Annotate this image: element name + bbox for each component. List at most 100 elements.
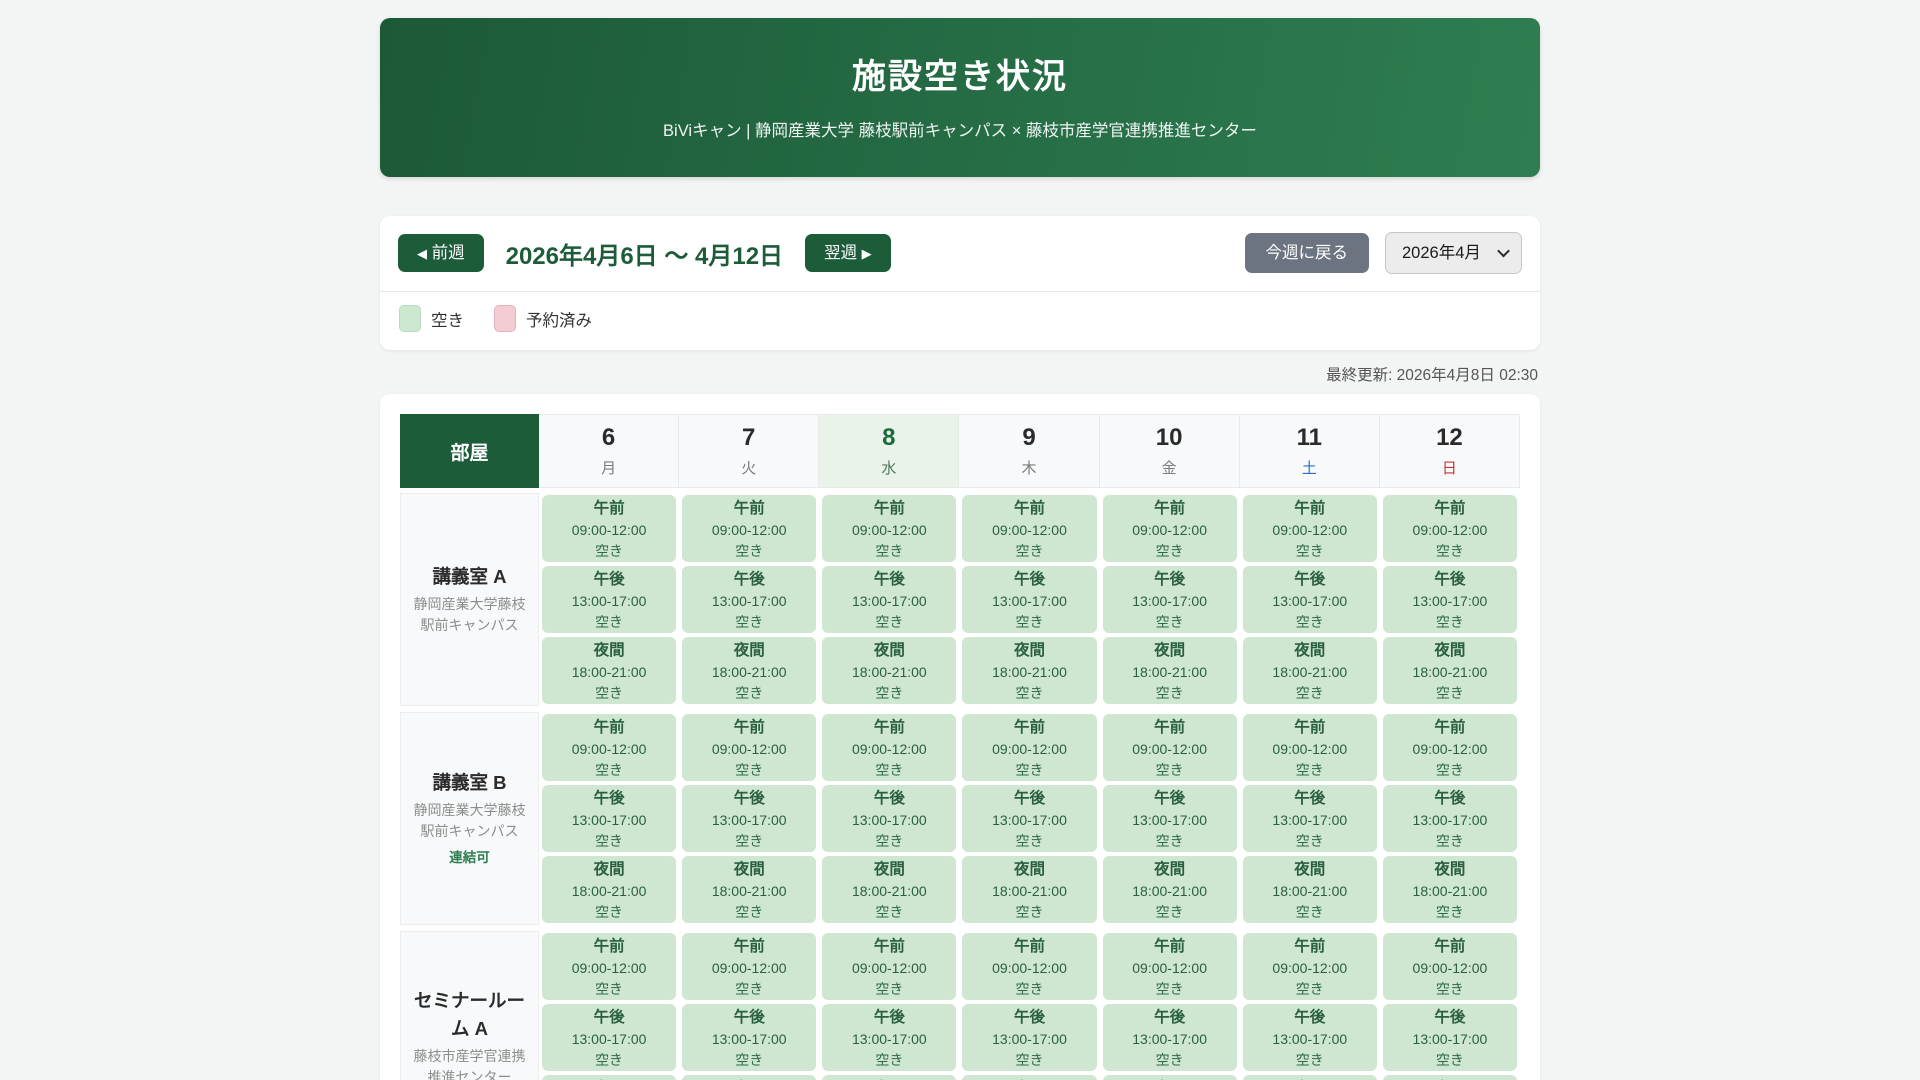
availability-slot[interactable]: 午前 09:00-12:00 空き	[962, 495, 1097, 562]
slot-cell: 夜間18:00-21:00空き	[959, 854, 1099, 925]
back-to-this-week-button[interactable]: 今週に戻る	[1244, 232, 1369, 274]
next-week-button[interactable]: 翌週 ▶	[805, 233, 891, 273]
prev-week-button[interactable]: ◀ 前週	[398, 233, 484, 273]
availability-slot[interactable]: 午後 13:00-17:00 空き	[1102, 566, 1237, 633]
availability-slot[interactable]: 午後 13:00-17:00 空き	[542, 566, 677, 633]
slot-time-range: 18:00-21:00	[1412, 882, 1488, 899]
availability-slot[interactable]: 午前 09:00-12:00 空き	[682, 495, 817, 562]
availability-slot[interactable]: 午前 09:00-12:00 空き	[962, 714, 1097, 781]
availability-slot[interactable]: 午前 09:00-12:00 空き	[1242, 933, 1377, 1000]
availability-slot[interactable]: 午後 13:00-17:00 空き	[822, 1004, 957, 1071]
availability-slot[interactable]: 午後 13:00-17:00 空き	[962, 1004, 1097, 1071]
availability-slot[interactable]: 午後 13:00-17:00 空き	[1382, 785, 1517, 852]
slot-time-range: 09:00-12:00	[851, 521, 927, 538]
slot-time-range: 09:00-12:00	[1412, 521, 1488, 538]
availability-slot[interactable]: 午後 13:00-17:00 空き	[542, 1004, 677, 1071]
availability-slot[interactable]: 夜間18:00-21:00空き	[1382, 1075, 1517, 1080]
slot-period-label: 午前	[733, 938, 765, 955]
availability-slot[interactable]: 午前 09:00-12:00 空き	[1102, 495, 1237, 562]
availability-slot[interactable]: 午前 09:00-12:00 空き	[682, 714, 817, 781]
availability-slot[interactable]: 午前 09:00-12:00 空き	[962, 933, 1097, 1000]
room-column-header: 部屋	[400, 414, 539, 488]
slot-status: 空き	[595, 543, 624, 559]
slot-status: 空き	[595, 833, 624, 849]
slot-time-range: 13:00-17:00	[992, 811, 1067, 828]
slot-status: 空き	[595, 904, 624, 920]
slot-period-label: 夜間	[593, 642, 625, 659]
slot-cell: 午後 13:00-17:00 空き	[679, 783, 819, 854]
availability-slot[interactable]: 夜間18:00-21:00空き	[1102, 637, 1237, 704]
month-select[interactable]: 2026年4月	[1385, 232, 1522, 274]
availability-slot[interactable]: 夜間18:00-21:00空き	[542, 1075, 677, 1080]
slot-time-range: 09:00-12:00	[1132, 521, 1207, 538]
slot-status: 空き	[735, 981, 764, 997]
availability-slot[interactable]: 午後 13:00-17:00 空き	[1102, 1004, 1237, 1071]
slot-period-label: 午前	[593, 500, 625, 517]
availability-slot[interactable]: 午前 09:00-12:00 空き	[542, 933, 677, 1000]
room-note-badge: 連結可	[449, 850, 490, 866]
availability-slot[interactable]: 夜間18:00-21:00空き	[1382, 856, 1517, 923]
availability-slot[interactable]: 夜間18:00-21:00空き	[542, 856, 677, 923]
availability-slot[interactable]: 夜間18:00-21:00空き	[822, 856, 957, 923]
slot-time-range: 13:00-17:00	[1272, 1030, 1348, 1047]
slot-time-range: 13:00-17:00	[711, 811, 787, 828]
slot-cell: 夜間18:00-21:00空き	[1240, 1073, 1380, 1080]
slot-status: 空き	[1295, 1052, 1324, 1068]
availability-slot[interactable]: 夜間18:00-21:00空き	[1242, 1075, 1377, 1080]
availability-slot[interactable]: 午前 09:00-12:00 空き	[682, 933, 817, 1000]
availability-slot[interactable]: 夜間18:00-21:00空き	[822, 637, 957, 704]
availability-slot[interactable]: 夜間18:00-21:00空き	[542, 637, 677, 704]
slot-period-label: 午後	[873, 571, 905, 588]
availability-slot[interactable]: 午後 13:00-17:00 空き	[1382, 1004, 1517, 1071]
availability-slot[interactable]: 午後 13:00-17:00 空き	[1102, 785, 1237, 852]
availability-slot[interactable]: 夜間18:00-21:00空き	[1102, 1075, 1237, 1080]
availability-slot[interactable]: 午後 13:00-17:00 空き	[1242, 785, 1377, 852]
availability-slot[interactable]: 午後 13:00-17:00 空き	[542, 785, 677, 852]
slot-status: 空き	[735, 762, 764, 778]
availability-slot[interactable]: 午後 13:00-17:00 空き	[822, 785, 957, 852]
availability-slot[interactable]: 夜間18:00-21:00空き	[1242, 637, 1377, 704]
availability-slot[interactable]: 午後 13:00-17:00 空き	[822, 566, 957, 633]
availability-slot[interactable]: 午後 13:00-17:00 空き	[1382, 566, 1517, 633]
slot-status: 空き	[1295, 833, 1324, 849]
availability-slot[interactable]: 夜間18:00-21:00空き	[962, 1075, 1097, 1080]
day-of-week-label: 木	[1021, 460, 1037, 477]
availability-slot[interactable]: 午前 09:00-12:00 空き	[822, 495, 957, 562]
availability-slot[interactable]: 夜間18:00-21:00空き	[1382, 637, 1517, 704]
availability-slot[interactable]: 夜間18:00-21:00空き	[682, 637, 817, 704]
availability-slot[interactable]: 午後 13:00-17:00 空き	[962, 566, 1097, 633]
day-of-week-label: 月	[601, 460, 617, 477]
availability-slot[interactable]: 午前 09:00-12:00 空き	[1382, 714, 1517, 781]
availability-slot[interactable]: 午後 13:00-17:00 空き	[682, 1004, 817, 1071]
availability-slot[interactable]: 午前 09:00-12:00 空き	[1102, 933, 1237, 1000]
availability-slot[interactable]: 午後 13:00-17:00 空き	[962, 785, 1097, 852]
slot-period-label: 夜間	[733, 642, 765, 659]
availability-slot[interactable]: 午後 13:00-17:00 空き	[1242, 566, 1377, 633]
availability-slot[interactable]: 夜間18:00-21:00空き	[682, 1075, 817, 1080]
availability-slot[interactable]: 夜間18:00-21:00空き	[1242, 856, 1377, 923]
availability-slot[interactable]: 午前 09:00-12:00 空き	[822, 933, 957, 1000]
availability-slot[interactable]: 午前 09:00-12:00 空き	[1242, 714, 1377, 781]
availability-slot[interactable]: 午前 09:00-12:00 空き	[1382, 495, 1517, 562]
availability-slot[interactable]: 午前 09:00-12:00 空き	[542, 495, 677, 562]
slot-time-range: 18:00-21:00	[992, 663, 1067, 680]
availability-slot[interactable]: 午前 09:00-12:00 空き	[1242, 495, 1377, 562]
availability-slot[interactable]: 午後 13:00-17:00 空き	[682, 566, 817, 633]
availability-slot[interactable]: 午前 09:00-12:00 空き	[542, 714, 677, 781]
availability-slot[interactable]: 午前 09:00-12:00 空き	[822, 714, 957, 781]
availability-slot[interactable]: 夜間18:00-21:00空き	[822, 1075, 957, 1080]
availability-slot[interactable]: 夜間18:00-21:00空き	[962, 856, 1097, 923]
availability-slot[interactable]: 午後 13:00-17:00 空き	[1242, 1004, 1377, 1071]
availability-slot[interactable]: 午前 09:00-12:00 空き	[1382, 933, 1517, 1000]
availability-slot[interactable]: 午前 09:00-12:00 空き	[1102, 714, 1237, 781]
slot-cell: 夜間18:00-21:00空き	[539, 1073, 679, 1080]
availability-slot[interactable]: 午後 13:00-17:00 空き	[682, 785, 817, 852]
slot-time-range: 13:00-17:00	[571, 592, 647, 609]
slot-period-label: 夜間	[873, 642, 905, 659]
day-of-week-label: 日	[1441, 460, 1457, 477]
availability-slot[interactable]: 夜間18:00-21:00空き	[962, 637, 1097, 704]
availability-slot[interactable]: 夜間18:00-21:00空き	[1102, 856, 1237, 923]
slot-time-range: 09:00-12:00	[1132, 740, 1207, 757]
week-navigation-row: ◀ 前週 2026年4月6日 〜 4月12日 翌週 ▶ 今週に戻る 2026年4…	[380, 216, 1540, 291]
availability-slot[interactable]: 夜間18:00-21:00空き	[682, 856, 817, 923]
